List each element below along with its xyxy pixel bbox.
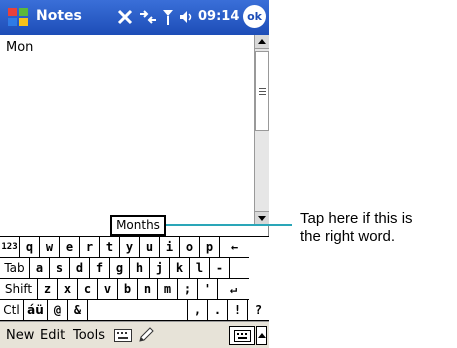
- windows-flag-icon[interactable]: [6, 5, 30, 29]
- key-space[interactable]: [88, 300, 188, 321]
- pen-icon[interactable]: [138, 327, 154, 343]
- key-accents[interactable]: áü: [24, 300, 48, 321]
- key-f[interactable]: f: [90, 258, 110, 279]
- key-m[interactable]: m: [158, 279, 178, 300]
- connectivity-icon[interactable]: [116, 8, 134, 26]
- keyboard-row-1: 123 q w e r t y u i o p ←: [0, 237, 249, 258]
- key-v[interactable]: v: [98, 279, 118, 300]
- key-c[interactable]: c: [78, 279, 98, 300]
- note-text: Mon: [6, 40, 34, 55]
- volume-icon[interactable]: [178, 8, 194, 26]
- menu-new[interactable]: New: [6, 328, 34, 343]
- key-exclamation[interactable]: !: [228, 300, 248, 321]
- key-y[interactable]: y: [120, 237, 140, 258]
- menu-bar: New Edit Tools: [0, 321, 269, 348]
- key-u[interactable]: u: [140, 237, 160, 258]
- key-ctl[interactable]: Ctl: [0, 300, 24, 321]
- key-p[interactable]: p: [200, 237, 220, 258]
- keyboard-icon[interactable]: [114, 329, 132, 342]
- key-question[interactable]: ?: [248, 300, 269, 321]
- key-apostrophe[interactable]: ': [198, 279, 218, 300]
- key-x[interactable]: x: [58, 279, 78, 300]
- key-i[interactable]: i: [160, 237, 180, 258]
- grip-icon: [259, 88, 266, 89]
- key-g[interactable]: g: [110, 258, 130, 279]
- arrow-up-icon: [258, 39, 266, 44]
- key-w[interactable]: w: [40, 237, 60, 258]
- key-s[interactable]: s: [50, 258, 70, 279]
- key-shift[interactable]: Shift: [0, 279, 38, 300]
- signal-icon[interactable]: [162, 8, 174, 26]
- key-l[interactable]: l: [190, 258, 210, 279]
- scroll-thumb[interactable]: [255, 51, 269, 131]
- vertical-scrollbar[interactable]: [254, 35, 269, 225]
- key-dash[interactable]: -: [210, 258, 230, 279]
- input-method-menu-button[interactable]: [256, 326, 267, 345]
- arrow-down-icon: [258, 216, 266, 221]
- key-r[interactable]: r: [80, 237, 100, 258]
- key-j[interactable]: j: [150, 258, 170, 279]
- annotation-line-1: Tap here if this is: [300, 210, 413, 227]
- annotation-text: Tap here if this is the right word.: [300, 210, 455, 246]
- sync-icon[interactable]: [138, 8, 158, 26]
- menu-tools[interactable]: Tools: [73, 328, 105, 343]
- key-blank-right[interactable]: [230, 258, 249, 279]
- key-d[interactable]: d: [70, 258, 90, 279]
- key-ampersand[interactable]: &: [68, 300, 88, 321]
- key-period[interactable]: .: [208, 300, 228, 321]
- keyboard-row-4: Ctl áü @ & , . ! ?: [0, 300, 269, 321]
- key-tab[interactable]: Tab: [0, 258, 30, 279]
- key-at[interactable]: @: [48, 300, 68, 321]
- title-bar: Notes 09:14 ok: [0, 0, 269, 35]
- key-backspace[interactable]: ←: [220, 237, 249, 258]
- scroll-up-button[interactable]: [255, 35, 269, 49]
- note-editor[interactable]: Mon: [0, 35, 254, 213]
- key-z[interactable]: z: [38, 279, 58, 300]
- key-k[interactable]: k: [170, 258, 190, 279]
- key-h[interactable]: h: [130, 258, 150, 279]
- key-enter[interactable]: ↵: [218, 279, 249, 300]
- key-b[interactable]: b: [118, 279, 138, 300]
- key-t[interactable]: t: [100, 237, 120, 258]
- clock-time[interactable]: 09:14: [198, 9, 239, 24]
- input-panel-button[interactable]: [229, 326, 255, 345]
- key-123[interactable]: 123: [0, 237, 20, 258]
- key-comma[interactable]: ,: [188, 300, 208, 321]
- key-a[interactable]: a: [30, 258, 50, 279]
- menu-edit[interactable]: Edit: [40, 328, 65, 343]
- annotation-line-2: the right word.: [300, 228, 396, 245]
- key-n[interactable]: n: [138, 279, 158, 300]
- scroll-down-button[interactable]: [255, 211, 269, 225]
- keyboard-icon: [234, 330, 251, 342]
- key-q[interactable]: q: [20, 237, 40, 258]
- key-o[interactable]: o: [180, 237, 200, 258]
- app-title: Notes: [36, 8, 82, 24]
- ok-button[interactable]: ok: [243, 5, 266, 28]
- word-suggestion[interactable]: Months: [110, 215, 166, 236]
- key-semicolon[interactable]: ;: [178, 279, 198, 300]
- keyboard-row-3: Shift z x c v b n m ; ' ↵: [0, 279, 249, 300]
- soft-keyboard: 123 q w e r t y u i o p ← Tab a s d f g …: [0, 236, 269, 321]
- arrow-up-icon: [258, 333, 266, 338]
- device-screen: Notes 09:14 ok Mon Months 123 q w e r t …: [0, 0, 269, 348]
- callout-line: [166, 224, 292, 226]
- keyboard-row-2: Tab a s d f g h j k l -: [0, 258, 249, 279]
- key-e[interactable]: e: [60, 237, 80, 258]
